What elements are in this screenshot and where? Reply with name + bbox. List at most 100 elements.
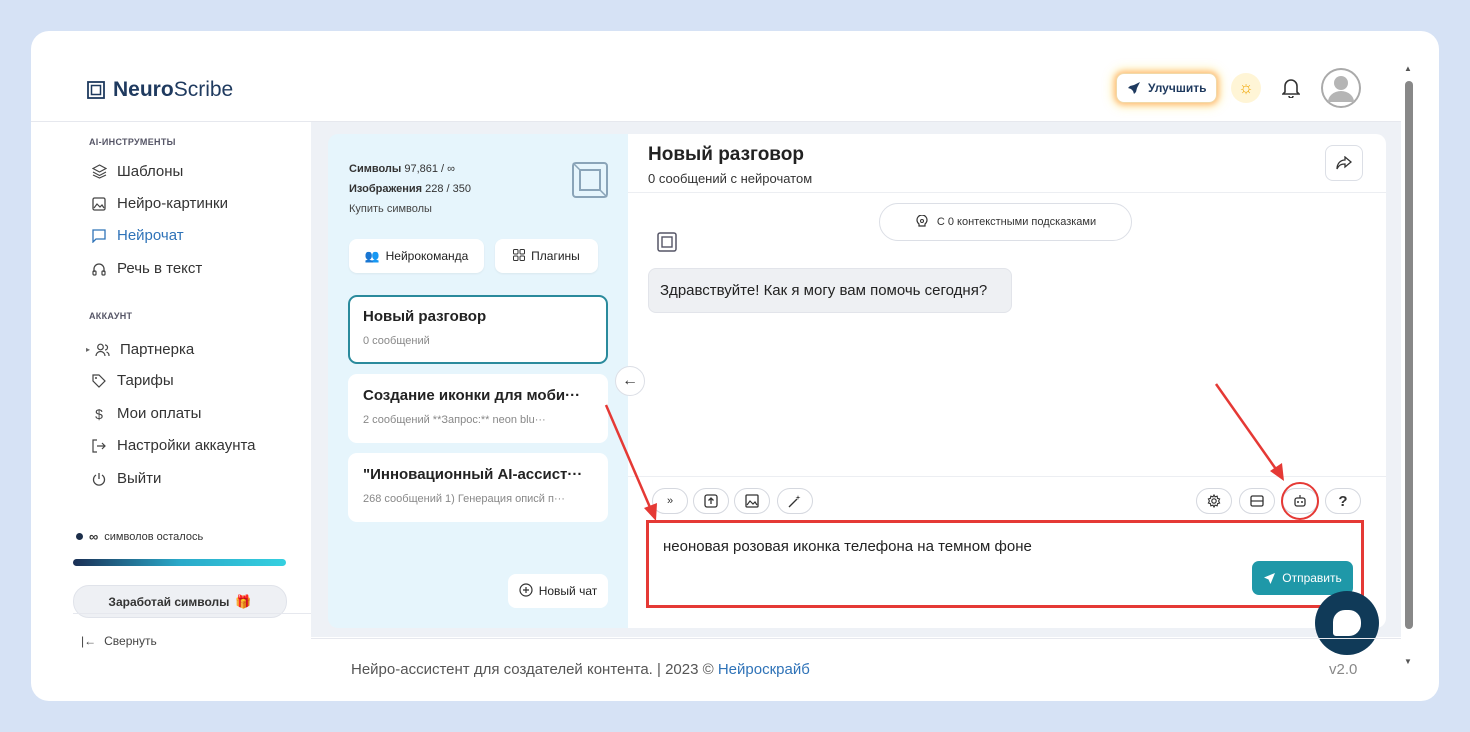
scrollbar-thumb[interactable] <box>1405 81 1413 629</box>
magic-wand-icon <box>788 495 801 508</box>
footer-divider <box>311 638 1401 639</box>
theme-toggle-button[interactable]: ☼ <box>1231 73 1261 103</box>
share-button[interactable] <box>1325 145 1363 181</box>
buy-symbols-link[interactable]: Купить символы <box>349 199 471 219</box>
logo-bold: Neuro <box>113 78 174 101</box>
conversation-title: "Инновационный AI-ассист··· <box>363 466 583 483</box>
sidebar-item-label: Партнерка <box>120 341 195 358</box>
scroll-down-icon[interactable]: ▼ <box>1404 657 1412 666</box>
users-icon <box>94 342 110 358</box>
neuroteam-label: Нейрокоманда <box>385 249 469 263</box>
plugins-label: Плагины <box>531 249 580 263</box>
image-tool-button[interactable] <box>734 488 770 514</box>
plugins-button[interactable]: Плагины <box>495 239 598 273</box>
layers-icon <box>91 164 107 180</box>
chevrons-down-icon: » <box>666 495 674 507</box>
app-logo[interactable]: NeuroScribe <box>87 78 233 102</box>
arrow-left-icon: ← <box>622 372 638 389</box>
sidebar-item-label: Настройки аккаунта <box>117 437 256 454</box>
sidebar-item-label: Тарифы <box>117 372 174 389</box>
symbols-value: 97,861 / ∞ <box>404 163 456 175</box>
sidebar-item-label: Шаблоны <box>117 163 184 180</box>
message-input[interactable]: неоновая розовая иконка телефона на темн… <box>663 538 1032 555</box>
upload-tool-button[interactable] <box>693 488 729 514</box>
collapse-sidebar-button[interactable]: |← Свернуть <box>81 634 157 648</box>
usage-stats: Символы 97,861 / ∞ Изображения 228 / 350… <box>349 159 471 219</box>
send-button[interactable]: Отправить <box>1252 561 1353 595</box>
app-version: v2.0 <box>1329 661 1358 678</box>
expand-caret-icon: ▸ <box>86 345 91 354</box>
sidebar-item-templates[interactable]: Шаблоны <box>91 163 183 180</box>
logo-rest: Scribe <box>173 78 234 101</box>
gift-icon: 🎁 <box>235 593 252 609</box>
symbols-label: Символы <box>349 163 402 175</box>
conversation-meta: 2 сообщений **Запрос:** neon blu··· <box>363 414 546 426</box>
assistant-message: Здравствуйте! Как я могу вам помочь сего… <box>648 268 1012 313</box>
chat-bubble-icon <box>1333 610 1361 636</box>
conversation-meta: 268 сообщений 1) Генерация описй п··· <box>363 493 565 505</box>
bell-icon <box>1282 79 1300 98</box>
sidebar-item-neurochat[interactable]: Нейрочат <box>91 227 184 244</box>
bot-avatar-icon <box>657 232 677 252</box>
conversation-item[interactable]: "Инновационный AI-ассист··· 268 сообщени… <box>348 453 608 522</box>
window-icon <box>1250 495 1264 507</box>
power-icon <box>91 471 107 487</box>
credits-progress-bar <box>73 559 286 566</box>
section-account-heading: АККАУНТ <box>89 311 133 321</box>
new-chat-label: Новый чат <box>538 584 598 598</box>
images-label: Изображения <box>349 183 423 195</box>
settings-tool-button[interactable] <box>1196 488 1232 514</box>
credits-remaining: ∞ символов осталось <box>76 529 203 544</box>
user-avatar[interactable] <box>1321 68 1361 108</box>
upgrade-label: Улучшить <box>1148 81 1207 95</box>
sidebar-item-speech-to-text[interactable]: Речь в текст <box>91 260 202 277</box>
share-icon <box>1336 156 1352 170</box>
magic-tool-button[interactable] <box>777 488 813 514</box>
headphones-icon <box>91 261 107 277</box>
section-tools-heading: AI-ИНСТРУМЕНТЫ <box>89 137 176 147</box>
toggle-panel-button[interactable]: ← <box>615 366 645 396</box>
credits-label: символов осталось <box>104 530 204 543</box>
tag-icon <box>91 373 107 389</box>
sidebar-item-label: Мои оплаты <box>117 405 202 422</box>
chat-title: Новый разговор <box>648 144 804 165</box>
images-value: 228 / 350 <box>425 183 471 195</box>
footer-copy: Нейро-ассистент для создателей контента.… <box>351 661 718 678</box>
collapse-icon: |← <box>81 634 97 648</box>
conversation-item[interactable]: Новый разговор 0 сообщений <box>348 295 608 364</box>
sidebar-item-label: Речь в текст <box>117 260 203 277</box>
upgrade-button[interactable]: Улучшить <box>1116 73 1218 103</box>
conversation-item[interactable]: Создание иконки для моби··· 2 сообщений … <box>348 374 608 443</box>
credits-dot <box>76 533 83 540</box>
gear-icon <box>1207 494 1221 508</box>
brand-mark-icon <box>572 162 608 198</box>
help-tool-button[interactable]: ? <box>1325 488 1361 514</box>
footer-link[interactable]: Нейроскрайб <box>718 661 810 678</box>
conversation-title: Создание иконки для моби··· <box>363 387 581 404</box>
sidebar-item-logout[interactable]: Выйти <box>91 470 161 487</box>
support-chat-button[interactable] <box>1315 591 1379 655</box>
expand-tool-button[interactable]: » <box>652 488 688 514</box>
notifications-button[interactable] <box>1279 75 1303 101</box>
sidebar-divider <box>73 613 311 614</box>
sidebar-item-neuro-images[interactable]: Нейро-картинки <box>91 195 228 212</box>
scroll-up-icon[interactable]: ▲ <box>1404 64 1412 73</box>
image-icon <box>745 494 759 508</box>
neuroteam-button[interactable]: 👥 Нейрокоманда <box>349 239 484 273</box>
earn-label: Заработай символы <box>108 594 230 609</box>
context-hints-label: С 0 контекстными подсказками <box>936 216 1097 228</box>
conversation-meta: 0 сообщений <box>363 335 430 347</box>
grid-icon <box>513 248 526 264</box>
app-window: NeuroScribe Улучшить ☼ AI-ИНСТРУМЕНТЫ Ша… <box>31 31 1439 701</box>
dollar-icon: $ <box>95 405 103 422</box>
sidebar-item-account-settings[interactable]: Настройки аккаунта <box>91 437 256 454</box>
sidebar-item-payments[interactable]: $ Мои оплаты <box>91 405 201 422</box>
bulb-icon <box>916 215 928 227</box>
send-icon <box>1264 572 1276 584</box>
context-hints-button[interactable]: С 0 контекстными подсказками <box>879 203 1132 241</box>
new-chat-button[interactable]: Новый чат <box>508 574 608 608</box>
sidebar-item-partners[interactable]: ▸ Партнерка <box>86 341 194 358</box>
sidebar-item-tariffs[interactable]: Тарифы <box>91 372 174 389</box>
panel-tool-button[interactable] <box>1239 488 1275 514</box>
sidebar-item-label: Выйти <box>117 470 162 487</box>
